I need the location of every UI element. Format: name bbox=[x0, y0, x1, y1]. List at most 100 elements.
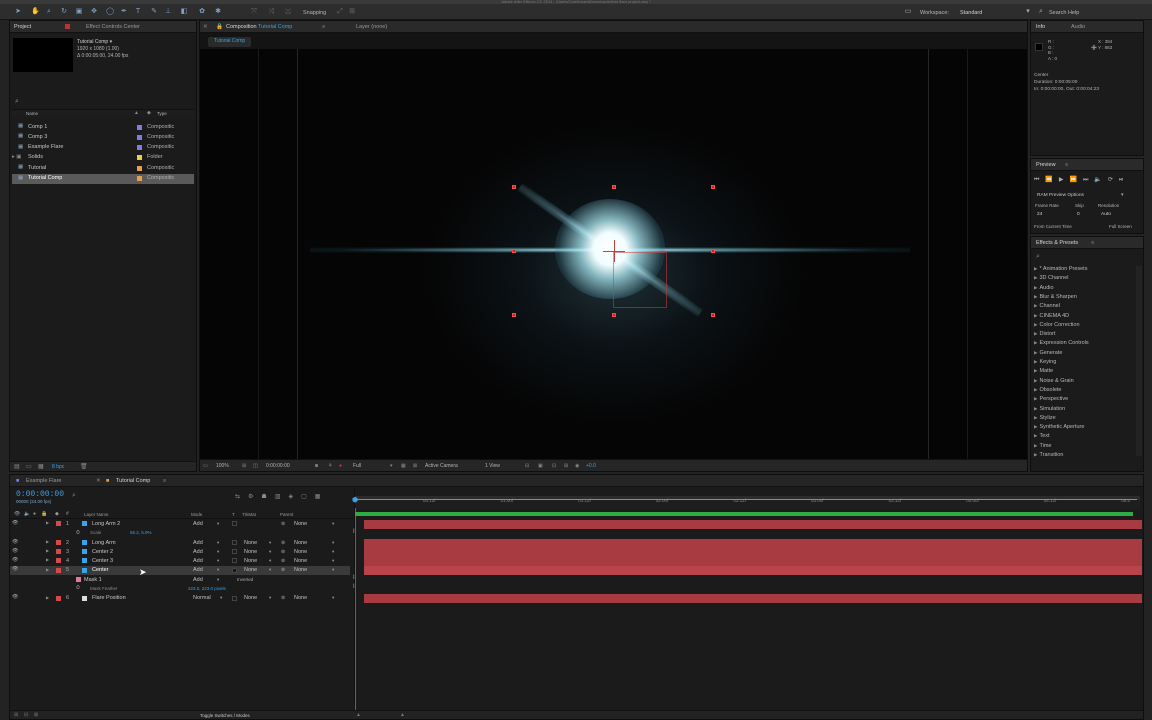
zoom-in-icon[interactable]: ▲ bbox=[400, 712, 405, 718]
effects-category[interactable]: ▶ Generate bbox=[1034, 350, 1062, 356]
ram-preview-icon[interactable]: ⏯ bbox=[1119, 177, 1130, 183]
expand-triangle-icon[interactable]: ▶ bbox=[1034, 415, 1037, 420]
layer-name[interactable]: Mask 1 bbox=[84, 577, 102, 583]
preserve-transparency-checkbox[interactable] bbox=[232, 595, 237, 601]
tab-composition[interactable]: Composition Tutorial Comp bbox=[226, 24, 292, 30]
parent-select[interactable]: None bbox=[294, 549, 307, 555]
parent-select[interactable]: None bbox=[294, 521, 307, 527]
parent-chevron-down-icon[interactable]: ▾ bbox=[332, 549, 334, 555]
mode-select[interactable]: Add bbox=[193, 521, 203, 527]
layer-expand-icon[interactable]: ▶ bbox=[46, 595, 49, 600]
effects-category[interactable]: ▶ CINEMA 4D bbox=[1034, 313, 1069, 319]
clone-stamp-tool-icon[interactable]: ⊥ bbox=[164, 8, 172, 16]
comp-mini-flowchart-icon[interactable]: ⇆ bbox=[235, 494, 248, 500]
trkmat-chevron-down-icon[interactable]: ▾ bbox=[269, 558, 271, 564]
table-row[interactable]: 👁 ▶ 3 Center 2 Add ▾ None ▾ ⊚ None ▾ bbox=[10, 547, 350, 556]
mode-select[interactable]: Add bbox=[193, 540, 203, 546]
expand-triangle-icon[interactable]: ▶ bbox=[1034, 275, 1037, 280]
mode-select[interactable]: Add bbox=[193, 577, 203, 583]
pick-whip-icon[interactable]: ⊚ bbox=[281, 540, 285, 546]
project-item-label-swatch[interactable] bbox=[137, 165, 142, 171]
table-row[interactable]: 👁 ▶ 6 Flare Position Normal ▾ None ▾ ⊚ None ▾ bbox=[10, 594, 350, 603]
effects-category[interactable]: ▶ Synthetic Aperture bbox=[1034, 424, 1084, 430]
effects-category[interactable]: ▶ Matte bbox=[1034, 368, 1053, 374]
close-icon[interactable]: ✕ bbox=[96, 478, 101, 484]
effects-category[interactable]: ▶ Text bbox=[1034, 433, 1050, 439]
project-item[interactable]: ▦ Tutorial Compositic bbox=[12, 163, 194, 173]
effects-category[interactable]: ▶ Time bbox=[1034, 443, 1052, 449]
layer-duration-bar[interactable] bbox=[364, 556, 1142, 566]
brainstorm-icon[interactable]: ▦ bbox=[315, 494, 329, 500]
panel-menu-icon[interactable]: ≡ bbox=[322, 24, 325, 30]
snapping-icon[interactable]: ⤢ bbox=[336, 8, 344, 16]
expand-triangle-icon[interactable]: ▶ bbox=[1034, 285, 1037, 290]
resolution-select[interactable]: Full bbox=[353, 463, 361, 469]
grid-icon[interactable]: ⊞ bbox=[242, 463, 246, 469]
shy-icon[interactable]: ☗ bbox=[261, 494, 274, 500]
project-item-label-swatch[interactable] bbox=[137, 134, 142, 140]
draft-3d-icon[interactable]: ⚙ bbox=[248, 494, 261, 500]
selection-tool-icon[interactable]: ➤ bbox=[14, 8, 22, 16]
loop-icon[interactable]: ⟳ bbox=[1108, 177, 1119, 183]
motion-blur-icon[interactable]: ◈ bbox=[288, 494, 301, 500]
mode-select[interactable]: Normal bbox=[193, 595, 211, 601]
expand-in-out-icon[interactable]: ⊠ bbox=[34, 712, 38, 718]
trkmat-chevron-down-icon[interactable]: ▾ bbox=[269, 540, 271, 546]
trkmat-select[interactable]: None bbox=[244, 558, 257, 564]
trkmat-select[interactable]: None bbox=[244, 540, 257, 546]
trkmat-select[interactable]: None bbox=[244, 595, 257, 601]
layer-handle-bottom-right[interactable] bbox=[711, 313, 715, 317]
current-time-display[interactable]: 0:00:00:00 bbox=[16, 490, 64, 499]
effects-category[interactable]: ▶ Blur & Sharpen bbox=[1034, 294, 1077, 300]
layer-name[interactable]: Long Arm 2 bbox=[92, 521, 120, 527]
comp-flowchart-icon[interactable]: ⊞ bbox=[564, 463, 568, 469]
expand-triangle-icon[interactable]: ▶ bbox=[1034, 424, 1037, 429]
new-folder-icon[interactable]: ▭ bbox=[26, 463, 32, 470]
new-comp-icon[interactable]: ▦ bbox=[38, 463, 44, 470]
layer-handle-bottom-left[interactable] bbox=[512, 313, 516, 317]
search-icon[interactable]: ⌕ bbox=[1036, 253, 1040, 261]
stopwatch-icon[interactable]: ⏱ bbox=[76, 585, 80, 591]
panel-menu-icon[interactable]: ≡ bbox=[163, 478, 166, 484]
preserve-transparency-checkbox[interactable] bbox=[232, 549, 237, 554]
layer-expand-icon[interactable]: ▶ bbox=[46, 567, 49, 572]
layer-name[interactable]: Center 2 bbox=[92, 549, 113, 555]
effects-category[interactable]: ▶ Simulation bbox=[1034, 406, 1065, 412]
effects-category[interactable]: ▶ Transition bbox=[1034, 452, 1063, 458]
layer-label-swatch[interactable] bbox=[76, 577, 81, 582]
pick-whip-icon[interactable]: ⊚ bbox=[281, 595, 285, 601]
project-item-label-swatch[interactable] bbox=[137, 176, 142, 181]
show-snapshot-icon[interactable]: ⚘ bbox=[328, 463, 332, 469]
zoom-out-icon[interactable]: ▲ bbox=[356, 712, 361, 718]
view-axis-icon[interactable]: ⤩ bbox=[284, 8, 292, 16]
frame-blending-icon[interactable]: ▥ bbox=[275, 494, 289, 500]
tab-tutorial-comp[interactable]: Tutorial Comp bbox=[116, 478, 150, 484]
trkmat-chevron-down-icon[interactable]: ▾ bbox=[269, 549, 271, 555]
expand-triangle-icon[interactable]: ▶ bbox=[1034, 322, 1037, 327]
project-item-label-swatch[interactable] bbox=[137, 155, 142, 161]
expand-transfer-controls-icon[interactable]: ⊟ bbox=[24, 712, 28, 718]
parent-chevron-down-icon[interactable]: ▾ bbox=[332, 567, 334, 573]
project-item[interactable]: ▦ Comp 1 Compositic bbox=[12, 122, 194, 132]
parent-chevron-down-icon[interactable]: ▾ bbox=[332, 521, 334, 527]
workspace-chevron-down-icon[interactable]: ▾ bbox=[1024, 8, 1032, 16]
property-value[interactable]: 223.0, 223.0 pixels bbox=[188, 586, 226, 591]
tab-preview[interactable]: Preview bbox=[1036, 162, 1056, 168]
world-axis-icon[interactable]: ⤨ bbox=[267, 8, 275, 16]
project-item[interactable]: ▸ ▣ Solids Folder bbox=[12, 153, 194, 163]
mode-chevron-down-icon[interactable]: ▾ bbox=[217, 558, 219, 564]
trkmat-select[interactable]: Inverted bbox=[237, 577, 253, 582]
panel-menu-icon[interactable]: ≡ bbox=[1065, 162, 1068, 168]
effects-category[interactable]: ▶ Distort bbox=[1034, 331, 1055, 337]
skip-select[interactable]: 0 bbox=[1077, 212, 1080, 217]
layer-handle-right[interactable] bbox=[711, 249, 715, 253]
tab-effect-controls[interactable]: Effect Controls Center bbox=[86, 24, 140, 30]
column-name[interactable]: Name bbox=[26, 111, 38, 116]
roto-brush-tool-icon[interactable]: ✿ bbox=[198, 8, 206, 16]
layer-label-swatch[interactable] bbox=[56, 558, 61, 563]
expand-triangle-icon[interactable]: ▶ bbox=[1034, 387, 1037, 392]
tab-effects-presets[interactable]: Effects & Presets bbox=[1036, 240, 1078, 246]
layer-handle-bottom[interactable] bbox=[612, 313, 616, 317]
table-row[interactable]: 👁 ▶ 1 Long Arm 2 Add ▾ ⊚ None ▾ bbox=[10, 519, 350, 528]
play-icon[interactable]: ▶ bbox=[1059, 177, 1070, 183]
